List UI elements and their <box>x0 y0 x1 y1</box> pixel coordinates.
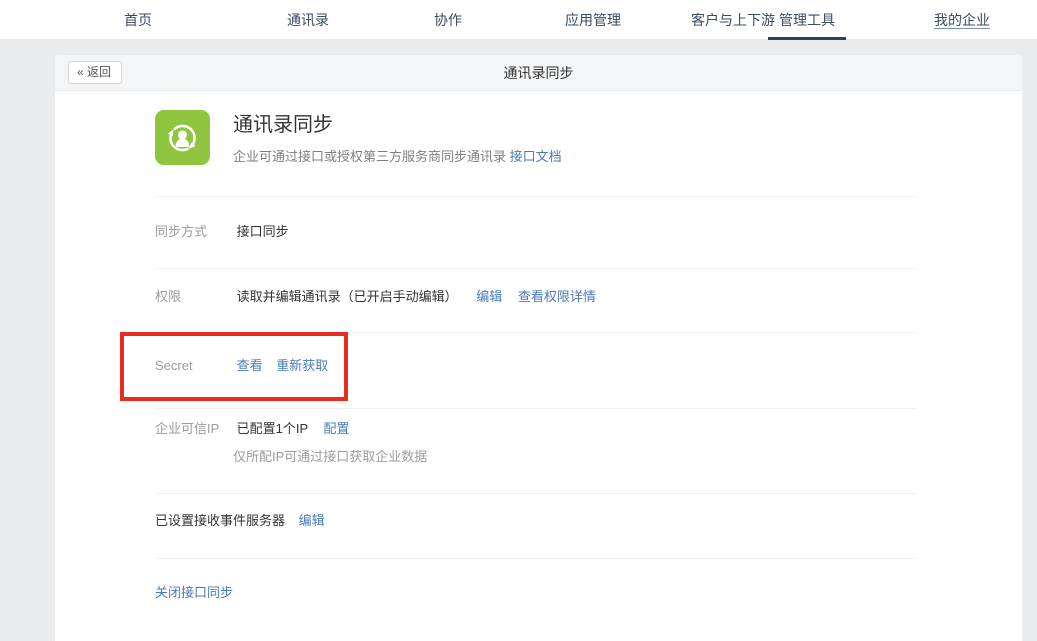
back-button[interactable]: « 返回 <box>68 61 122 84</box>
nav-item-collaboration[interactable]: 协作 <box>434 0 462 40</box>
contacts-sync-icon <box>155 110 210 165</box>
api-doc-link[interactable]: 接口文档 <box>510 149 562 164</box>
nav-item-customers[interactable]: 客户与上下游 <box>691 0 775 40</box>
secret-refresh-link[interactable]: 重新获取 <box>276 358 328 373</box>
event-server-edit-link[interactable]: 编辑 <box>299 513 325 528</box>
row-close-sync: 关闭接口同步 <box>155 558 916 641</box>
trusted-ip-label: 企业可信IP <box>155 420 233 438</box>
trusted-ip-note: 仅所配IP可通过接口获取企业数据 <box>233 448 916 466</box>
page-title: 通讯录同步 <box>55 63 1022 83</box>
permission-label: 权限 <box>155 288 233 306</box>
row-permission: 权限 读取并编辑通讯录（已开启手动编辑） 编辑 查看权限详情 <box>155 268 916 332</box>
trusted-ip-config-link[interactable]: 配置 <box>324 421 350 436</box>
settings-list: 同步方式 接口同步 权限 读取并编辑通讯录（已开启手动编辑） 编辑 查看权限详情… <box>155 196 916 641</box>
row-sync-method: 同步方式 接口同步 <box>155 196 916 268</box>
sync-method-value: 接口同步 <box>237 224 289 239</box>
nav-item-app-management[interactable]: 应用管理 <box>565 0 621 40</box>
row-event-server: 已设置接收事件服务器 编辑 <box>155 493 916 558</box>
app-description-text: 企业可通过接口或授权第三方服务商同步通讯录 <box>233 149 506 164</box>
nav-item-admin-tools[interactable]: 管理工具 <box>779 0 835 40</box>
row-trusted-ip: 企业可信IP 已配置1个IP 配置 仅所配IP可通过接口获取企业数据 <box>155 408 916 493</box>
event-server-text: 已设置接收事件服务器 <box>155 513 285 528</box>
close-sync-link[interactable]: 关闭接口同步 <box>155 585 233 600</box>
row-secret: Secret 查看 重新获取 <box>155 332 916 408</box>
permission-edit-link[interactable]: 编辑 <box>476 289 502 304</box>
app-header: 通讯录同步 企业可通过接口或授权第三方服务商同步通讯录 接口文档 <box>155 91 916 165</box>
permission-detail-link[interactable]: 查看权限详情 <box>518 289 596 304</box>
nav-item-my-company[interactable]: 我的企业 <box>934 0 990 40</box>
card-body: 通讯录同步 企业可通过接口或授权第三方服务商同步通讯录 接口文档 同步方式 接口… <box>55 91 1022 641</box>
sync-method-label: 同步方式 <box>155 223 233 241</box>
card-toolbar: « 返回 通讯录同步 <box>55 55 1022 91</box>
app-title: 通讯录同步 <box>233 112 562 138</box>
app-header-text: 通讯录同步 企业可通过接口或授权第三方服务商同步通讯录 接口文档 <box>233 110 562 165</box>
page: 首页 通讯录 协作 应用管理 客户与上下游 管理工具 我的企业 « 返回 通讯录… <box>0 0 1037 641</box>
nav-item-home[interactable]: 首页 <box>124 0 152 40</box>
app-description: 企业可通过接口或授权第三方服务商同步通讯录 接口文档 <box>233 146 562 165</box>
secret-label: Secret <box>155 357 233 375</box>
trusted-ip-value: 已配置1个IP <box>237 421 308 436</box>
nav-item-contacts[interactable]: 通讯录 <box>287 0 329 40</box>
top-navbar: 首页 通讯录 协作 应用管理 客户与上下游 管理工具 我的企业 <box>0 0 1037 40</box>
secret-view-link[interactable]: 查看 <box>237 358 263 373</box>
permission-value: 读取并编辑通讯录（已开启手动编辑） <box>237 289 458 304</box>
content-card: « 返回 通讯录同步 通讯录同步 <box>55 55 1022 641</box>
